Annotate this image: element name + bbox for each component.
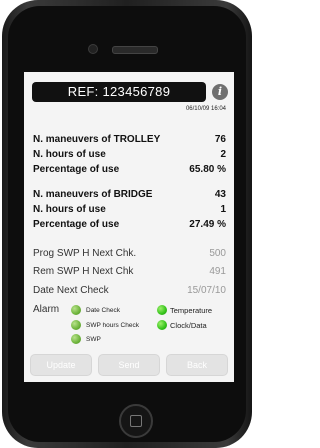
row-value: 491 [209,266,226,277]
speaker-grille [112,46,158,54]
alarm-item-label: SWP [86,336,101,343]
row-label: Percentage of use [33,164,120,175]
row-value: 43 [214,189,226,200]
row-label: Date Next Check [33,285,109,296]
back-button[interactable]: Back [166,354,228,376]
reference-bar: REF: 123456789 [32,82,206,102]
row-value: 2 [220,149,226,160]
swp-indicator-icon [71,334,81,344]
bridge-percentage-row: Percentage of use 27.49 % [33,219,226,233]
send-button[interactable]: Send [98,354,160,376]
bridge-maneuvers-row: N. maneuvers of BRIDGE 43 [33,189,226,203]
row-value: 1 [220,204,226,215]
temperature-indicator-icon [157,305,167,315]
info-icon[interactable]: i [212,84,228,100]
row-label: Prog SWP H Next Chk. [33,248,137,259]
row-value: 15/07/10 [187,285,226,296]
row-value: 76 [214,134,226,145]
swp-hours-check-indicator-icon [71,320,81,330]
trolley-maneuvers-row: N. maneuvers of TROLLEY 76 [33,134,226,148]
date-check-indicator-icon [71,305,81,315]
row-value: 65.80 % [189,164,226,175]
date-next-check-row: Date Next Check 15/07/10 [33,285,226,299]
trolley-percentage-row: Percentage of use 65.80 % [33,164,226,178]
alarm-item-label: SWP hours Check [86,322,139,329]
camera-icon [88,44,98,54]
trolley-hours-row: N. hours of use 2 [33,149,226,163]
alarm-item-label: Date Check [86,307,120,314]
clock-data-indicator-icon [157,320,167,330]
alarm-label: Alarm [33,304,60,315]
row-label: Percentage of use [33,219,120,230]
row-label: N. maneuvers of TROLLEY [33,134,161,145]
row-value: 500 [209,248,226,259]
bridge-hours-row: N. hours of use 1 [33,204,226,218]
home-button[interactable] [119,404,153,438]
row-label: N. hours of use [33,149,106,160]
alarm-item-label: Clock/Data [170,321,207,330]
alarm-item-label: Temperature [170,306,213,315]
row-value: 27.49 % [189,219,226,230]
update-button[interactable]: Update [30,354,92,376]
datetime-label: 06/10/09 16:04 [185,106,226,112]
row-label: N. hours of use [33,204,106,215]
row-label: N. maneuvers of BRIDGE [33,189,153,200]
app-screen: REF: 123456789 i 06/10/09 16:04 N. maneu… [24,72,234,382]
rem-swp-row: Rem SWP H Next Chk 491 [33,266,226,280]
prog-swp-row: Prog SWP H Next Chk. 500 [33,248,226,262]
row-label: Rem SWP H Next Chk [33,266,134,277]
